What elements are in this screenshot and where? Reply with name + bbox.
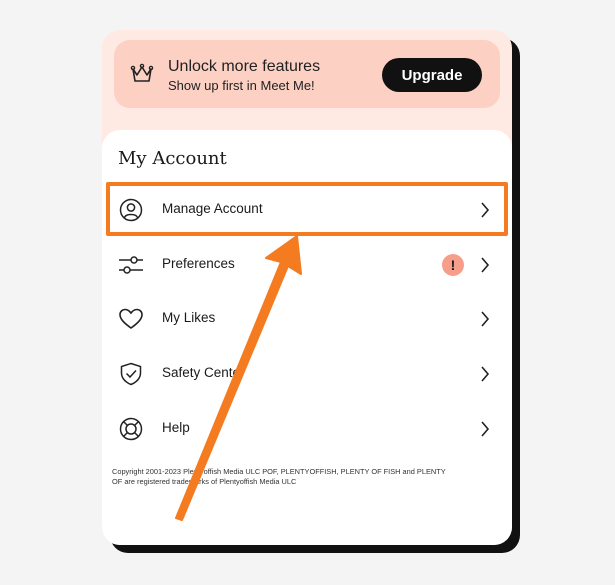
menu-item-label: My Likes [162,310,216,325]
chevron-right-icon [481,311,490,327]
heart-icon [119,308,143,329]
menu-item-label: Safety Cente [162,365,241,380]
section-title: My Account [118,148,227,169]
lifebuoy-icon [119,417,143,441]
app-screen: Unlock more features Show up first in Me… [102,30,512,545]
copyright-text: Copyright 2001-2023 Plentyoffish Media U… [112,467,446,486]
crown-icon [130,63,154,82]
promo-subtitle: Show up first in Meet Me! [168,78,315,93]
chevron-right-icon [481,366,490,382]
menu-item-label: Help [162,420,190,435]
menu-item-preferences[interactable]: Preferences ! [102,238,512,292]
upgrade-button[interactable]: Upgrade [382,58,482,92]
upgrade-banner[interactable]: Unlock more features Show up first in Me… [114,40,500,108]
menu-item-my-likes[interactable]: My Likes [102,292,512,346]
chevron-right-icon [481,421,490,437]
menu-item-safety-center[interactable]: Safety Cente [102,347,512,401]
menu-item-label: Preferences [162,256,235,271]
chevron-right-icon [481,257,490,273]
alert-badge: ! [442,254,464,276]
shield-check-icon [120,362,142,386]
highlight-box [106,182,508,236]
sliders-icon [119,256,143,274]
menu-item-help[interactable]: Help [102,402,512,456]
promo-title: Unlock more features [168,58,321,75]
